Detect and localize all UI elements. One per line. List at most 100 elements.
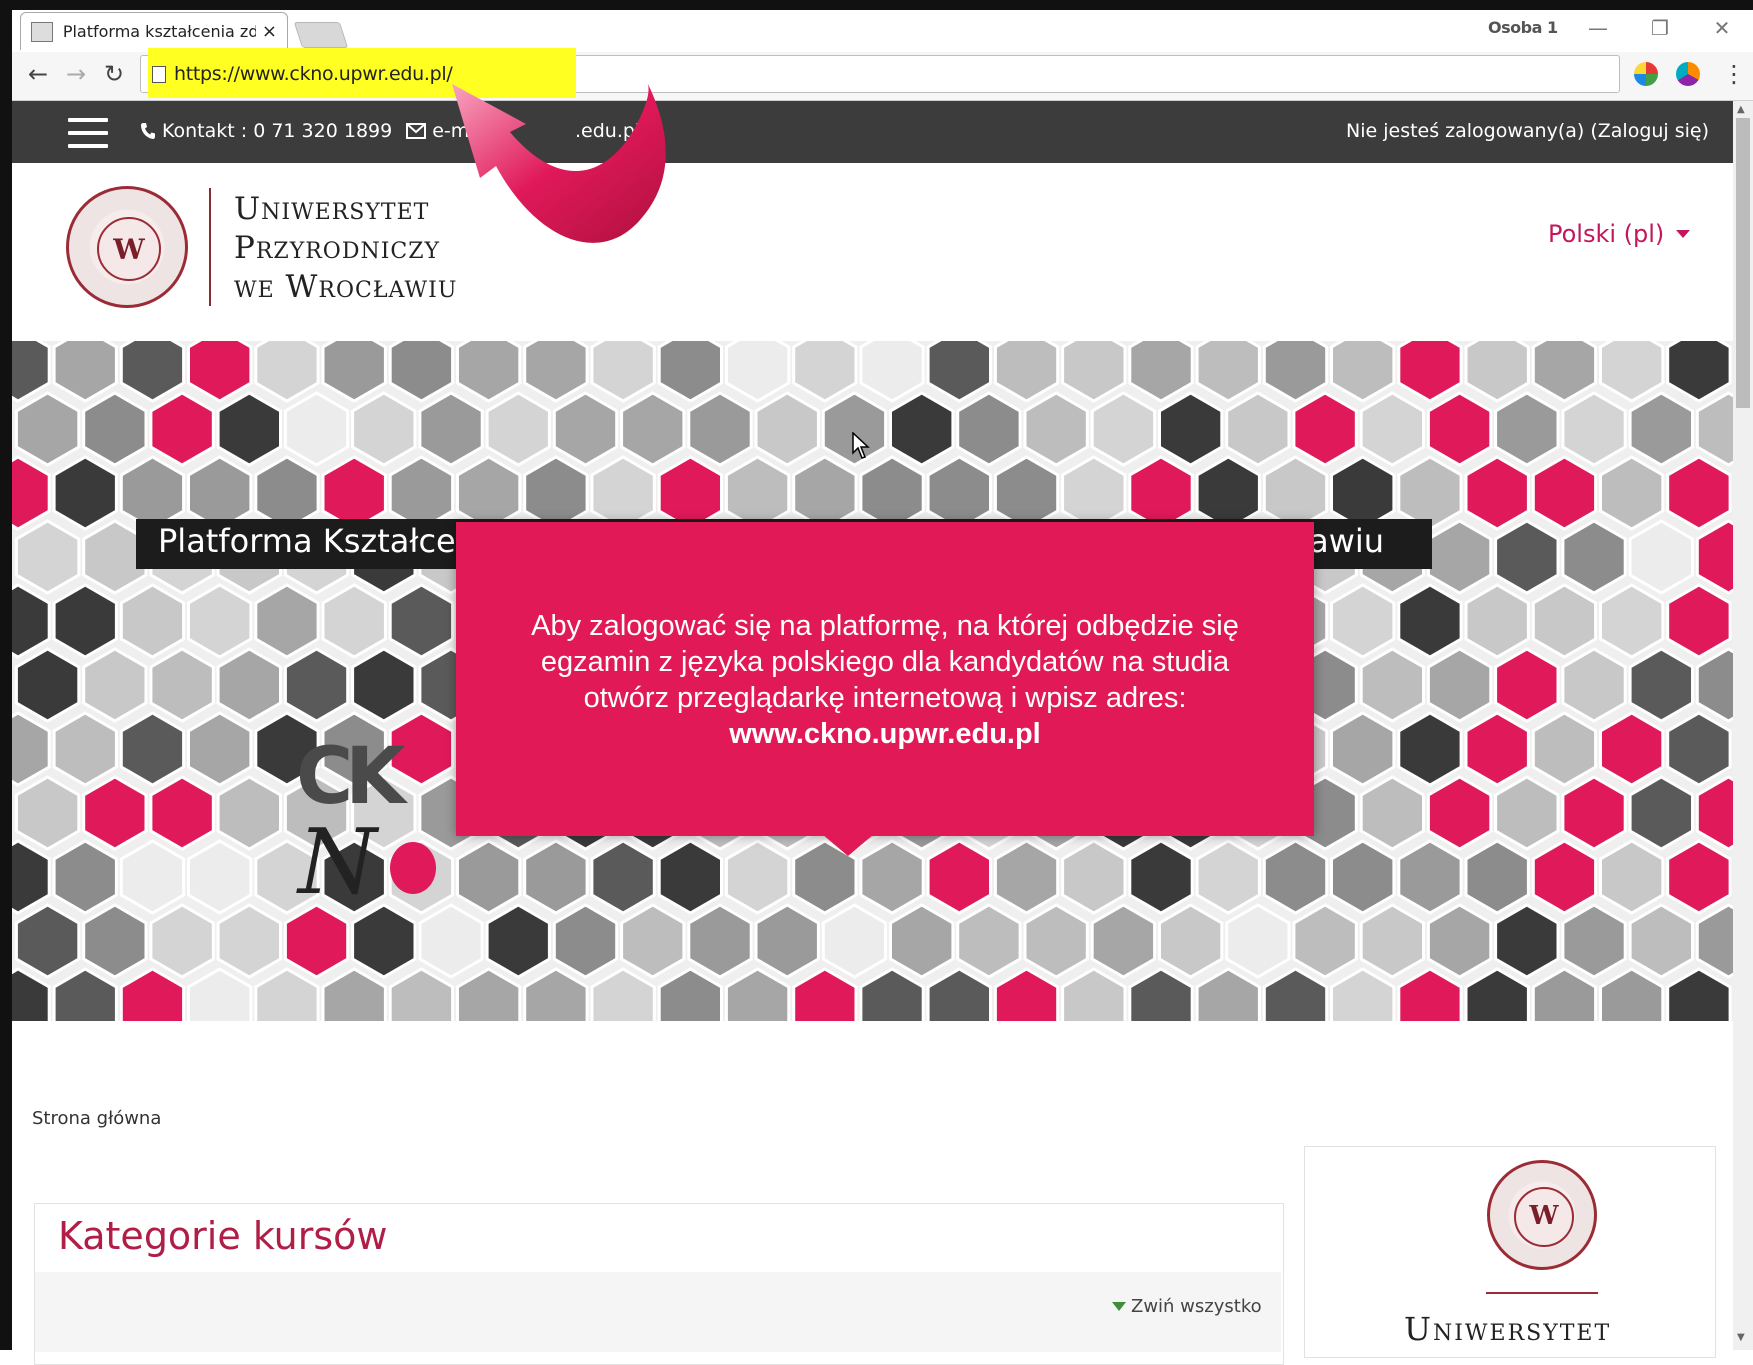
url-text[interactable]: https://www.ckno.upwr.edu.pl/ [174,63,453,85]
hexagon-tile [1494,775,1560,851]
hexagon-tile [119,967,186,1021]
hexagon-tile [657,967,723,1021]
browser-menu-icon[interactable]: ⋮ [1722,58,1746,90]
hexagon-tile [523,839,589,915]
hexagon-tile [149,391,215,467]
hexagon-tile [321,341,387,403]
hexagon-tile [1158,903,1224,979]
language-selector[interactable]: Polski (pl) [1548,220,1691,248]
hexagon-tile [1464,455,1530,531]
ckno-logo-ck: CK [296,732,406,822]
hexagon-tile [216,903,282,979]
forward-button[interactable]: → [60,58,92,90]
hexagon-tile [82,647,148,723]
hexagon-tile [590,967,656,1021]
hexagon-tile [12,341,51,403]
instruction-line-3: otwórz przeglądarkę internetową i wpisz … [583,682,1187,714]
hexagon-tile [1464,341,1530,403]
hexagon-tile [1225,391,1291,467]
hexagon-tile [993,341,1060,403]
browser-tab[interactable]: Platforma kształcenia zd × [20,12,288,50]
hexagon-tile [351,391,417,467]
hexagon-tile [1426,647,1493,723]
hexagon-tile [1195,341,1261,403]
hexagon-tile [1090,391,1157,467]
extension-icon-2[interactable] [1676,62,1700,86]
hamburger-menu-icon[interactable] [68,118,108,148]
hexagon-tile [1023,903,1089,979]
collapse-all-link[interactable]: Zwiń wszystko [1112,1296,1262,1317]
hexagon-tile [1464,967,1530,1021]
tab-close-icon[interactable]: × [262,21,277,42]
university-seal-logo[interactable]: W [66,186,188,308]
hexagon-tile [1628,903,1694,979]
triangle-down-icon [1112,1302,1126,1311]
overlay-pointer [822,834,874,856]
hexagon-tile [1561,519,1627,595]
reload-button[interactable]: ↻ [98,58,130,90]
hexagon-tile [792,341,858,403]
phone-icon [141,123,155,139]
hexagon-tile [14,391,81,467]
hexagon-tile [119,583,186,659]
scroll-down-icon[interactable]: ▼ [1737,1332,1745,1343]
hexagon-tile [485,391,551,467]
hexagon-tile [1359,391,1425,467]
hexagon-tile [1531,341,1598,403]
back-button[interactable]: ← [22,58,54,90]
university-name-line-2: Przyrodniczy [234,230,441,266]
hexagon-tile [12,455,51,531]
close-window-button[interactable]: ✕ [1704,14,1740,42]
hexagon-tile [1666,967,1732,1021]
hexagon-tile [1464,583,1530,659]
hexagon-tile [1397,341,1463,403]
hexagon-tile [620,903,686,979]
hexagon-tile [1666,711,1732,787]
instruction-line-1: Aby zalogować się na platformę, na które… [531,610,1239,642]
hexagon-tile [149,647,215,723]
hexagon-tile [1531,967,1598,1021]
hexagon-tile [418,391,484,467]
hexagon-tile [1426,903,1493,979]
scroll-up-icon[interactable]: ▲ [1737,104,1745,115]
hexagon-tile [620,391,686,467]
new-tab-button[interactable] [293,22,349,48]
hexagon-tile [12,711,51,787]
hexagon-tile [956,903,1022,979]
hexagon-tile [590,341,656,403]
page-info-icon[interactable] [152,66,166,83]
hexagon-tile [1695,519,1733,595]
hexagon-tile [283,647,350,723]
hexagon-tile [52,839,118,915]
hexagon-tile [1262,967,1329,1021]
hexagon-tile [1666,839,1732,915]
hexagon-tile [889,391,955,467]
hexagon-tile [187,583,253,659]
hexagon-tile [859,341,925,403]
university-name[interactable]: Uniwersytet Przyrodniczy we Wrocławiu [234,190,457,307]
hexagon-tile [82,775,148,851]
hexagon-tile [1599,967,1665,1021]
hexagon-tile [388,583,455,659]
instruction-url: www.ckno.upwr.edu.pl [729,718,1041,750]
extension-icon[interactable] [1634,62,1658,86]
hexagon-tile [388,341,455,403]
hexagon-tile [12,839,51,915]
hexagon-tile [254,583,320,659]
profile-button[interactable]: Osoba 1 [1488,18,1558,37]
hexagon-tile [119,711,186,787]
hexagon-tile [14,903,81,979]
scrollbar-thumb[interactable] [1736,118,1750,408]
restore-button[interactable]: ❐ [1642,14,1678,42]
login-status-link[interactable]: Nie jesteś zalogowany(a) (Zaloguj się) [1346,120,1709,142]
breadcrumb-home[interactable]: Strona główna [32,1108,161,1129]
hexagon-tile [254,341,320,403]
hexagon-tile [1464,711,1530,787]
hexagon-tile [187,711,253,787]
hexagon-tile [82,391,148,467]
hexagon-tile [1666,583,1732,659]
hexagon-tile [1292,391,1358,467]
minimize-button[interactable]: — [1580,14,1616,42]
hexagon-tile [1464,839,1530,915]
hexagon-tile [14,647,81,723]
